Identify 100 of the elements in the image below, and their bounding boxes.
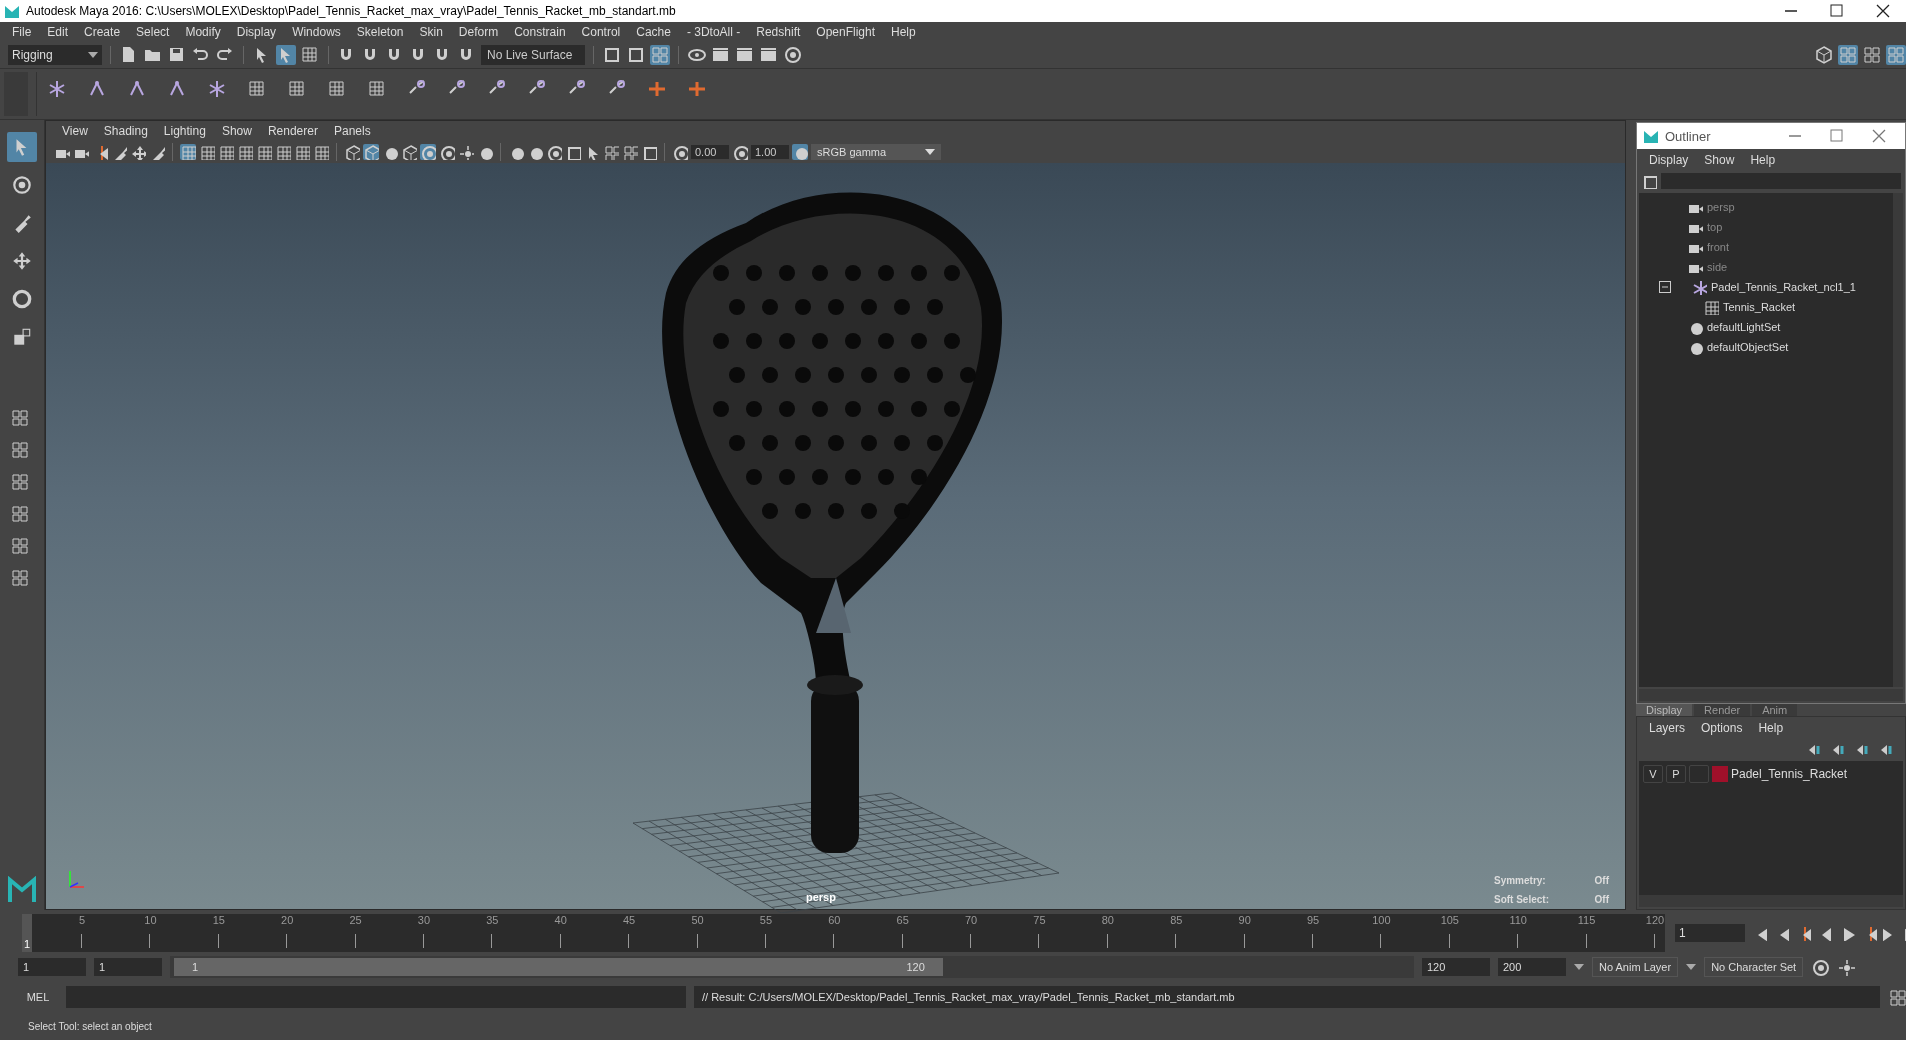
max-frame-field[interactable]: 200 [1498,958,1566,976]
panel-menu-item[interactable]: Panels [325,124,379,138]
outliner-item[interactable]: front [1639,237,1893,257]
cube-icon[interactable] [401,144,417,160]
menu-item[interactable]: Display [228,25,285,39]
layer-arrow-icon[interactable] [1855,742,1871,758]
grid-icon[interactable] [199,144,215,160]
start-frame-field[interactable]: 1 [18,958,86,976]
menu-item[interactable]: Redshift [748,25,809,39]
menu-item[interactable]: Select [128,25,178,39]
command-field[interactable] [66,986,686,1008]
grid-icon[interactable] [218,144,234,160]
layer-color-swatch[interactable] [1712,766,1728,782]
cube-icon[interactable] [1814,45,1834,65]
menu-item[interactable]: Cache [628,25,679,39]
scroll-bar[interactable] [1639,895,1903,907]
reference-toggle[interactable] [1689,765,1709,783]
near-field[interactable]: 0.00 [691,145,729,159]
target-icon[interactable] [672,144,688,160]
playback-toggle[interactable]: P [1666,765,1686,783]
grid-icon[interactable] [256,144,272,160]
target-icon[interactable] [420,144,436,160]
outliner-item[interactable]: defaultObjectSet [1639,337,1893,357]
anim-layer-dropdown[interactable]: No Anim Layer [1592,957,1679,977]
target-icon[interactable] [439,144,455,160]
menu-item[interactable]: Skin [411,25,451,39]
menu-item[interactable]: Display [1641,153,1697,167]
asterisk-icon[interactable] [1691,279,1707,295]
collapse-icon[interactable] [1659,281,1671,293]
current-frame-marker[interactable]: 1 [22,914,32,952]
racket-drawing[interactable] [662,192,1002,853]
script-editor-icon[interactable] [1888,988,1906,1006]
outliner-item[interactable]: Padel_Tennis_Racket_ncl1_1 [1639,277,1893,297]
target-icon[interactable] [546,144,562,160]
tab[interactable]: Render [1694,704,1751,716]
menu-item[interactable]: Constrain [506,25,574,39]
outliner-item[interactable]: Tennis_Racket [1639,297,1893,317]
menu-item[interactable]: Modify [177,25,229,39]
menu-item[interactable]: Control [573,25,629,39]
color-space-dropdown[interactable]: sRGB gamma [811,144,941,160]
menu-item[interactable]: Help [1750,721,1792,735]
square-icon[interactable] [626,45,646,65]
mesh-icon[interactable] [1703,299,1719,315]
cube-icon[interactable] [363,144,379,160]
toggle-icon[interactable] [792,144,808,160]
menu-set-dropdown[interactable]: Rigging [8,45,102,65]
menu-item[interactable]: File [4,25,40,39]
layout-icon[interactable] [622,144,638,160]
menu-item[interactable]: Create [76,25,129,39]
menu-item[interactable]: Layers [1641,721,1694,735]
grid-icon[interactable] [275,144,291,160]
grid-icon[interactable] [313,144,329,160]
script-language-toggle[interactable]: MEL [18,991,58,1003]
menu-item[interactable]: - 3DtoAll - [678,25,749,39]
time-slider[interactable]: 1 5 10 15 20 25 30 35 40 45 50 55 60 65 70 75 80 85 90 95 100 105 110 115 120 [22,914,1665,952]
outliner-item[interactable]: side [1639,257,1893,277]
outliner-item[interactable]: persp [1639,197,1893,217]
panel-menu-item[interactable]: Lighting [155,124,214,138]
grid-icon[interactable] [294,144,310,160]
cube-icon[interactable] [344,144,360,160]
menu-item[interactable]: Windows [284,25,349,39]
move-icon[interactable] [130,144,146,160]
menu-item[interactable]: Options [1693,721,1751,735]
layout-icon[interactable] [1862,45,1882,65]
caret-icon[interactable] [1686,964,1697,970]
panel-menu-item[interactable]: Show [213,124,260,138]
panel-menu-item[interactable]: View [54,124,96,138]
layout-icon[interactable] [603,144,619,160]
live-surface-field[interactable]: No Live Surface [481,45,585,65]
far-field[interactable]: 1.00 [751,145,789,159]
range-slider[interactable]: 1 120 [174,958,943,976]
menu-item[interactable]: Show [1696,153,1743,167]
grid-icon[interactable] [300,45,320,65]
layer-arrow-icon[interactable] [1807,742,1823,758]
light-icon[interactable] [458,144,474,160]
range-start-field[interactable]: 1 [94,958,162,976]
menu-item[interactable]: OpenFlight [808,25,883,39]
caret-icon[interactable] [1574,964,1584,970]
filter-icon[interactable] [1641,173,1657,189]
end-frame-field[interactable]: 120 [1422,958,1490,976]
menu-item[interactable]: Deform [450,25,507,39]
menu-item[interactable]: Edit [39,25,77,39]
outliner-item[interactable]: defaultLightSet [1639,317,1893,337]
tab[interactable]: Anim [1752,704,1798,716]
menu-item[interactable]: Help [883,25,924,39]
character-set-dropdown[interactable]: No Character Set [1704,957,1804,977]
menu-item[interactable]: Skeleton [348,25,412,39]
visibility-toggle[interactable]: V [1643,765,1663,783]
range-slider-track[interactable]: 1 120 [170,956,1414,978]
outliner-item[interactable]: top [1639,217,1893,237]
layer-arrow-icon[interactable] [1879,742,1895,758]
filter-field[interactable] [1661,173,1901,189]
panel-menu-item[interactable]: Renderer [259,124,326,138]
target-icon[interactable] [783,45,803,65]
current-frame-field[interactable]: 1 [1675,924,1745,942]
square-icon[interactable] [602,45,622,65]
menu-item[interactable]: Help [1742,153,1784,167]
grid-icon[interactable] [237,144,253,160]
tab[interactable]: Display [1636,704,1693,716]
layer-name[interactable]: Padel_Tennis_Racket [1731,767,1848,781]
